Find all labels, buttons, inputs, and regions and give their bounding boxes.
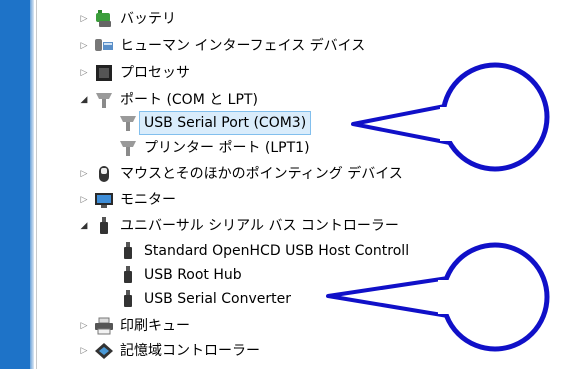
hid-icon	[94, 35, 114, 57]
tree-item-processor[interactable]: ▷ プロセッサ	[78, 62, 190, 84]
expand-arrow-icon[interactable]: ▷	[78, 8, 90, 30]
callout-bubble-com3	[351, 62, 550, 172]
tree-item-label: モニター	[120, 192, 176, 208]
tree-item-storage-controllers[interactable]: ▷ 記憶域コントローラー	[78, 340, 260, 362]
expand-arrow-icon[interactable]: ▷	[78, 189, 90, 211]
port-icon	[118, 137, 138, 159]
port-icon	[94, 89, 114, 111]
expand-arrow-icon[interactable]: ▷	[78, 163, 90, 185]
battery-icon	[94, 8, 114, 30]
tree-item-label: Standard OpenHCD USB Host Controll	[144, 243, 410, 259]
usb-icon	[94, 215, 114, 237]
usb-icon	[118, 264, 138, 286]
tree-item-label: ポート (COM と LPT)	[120, 92, 258, 108]
tree-item-label: USB Serial Converter	[144, 291, 291, 307]
tree-item-label: USB Serial Port (COM3)	[138, 111, 312, 135]
tree-item-label: USB Root Hub	[144, 267, 242, 283]
tree-item-usb-serial-port[interactable]: USB Serial Port (COM3)	[104, 111, 312, 135]
expand-arrow-icon[interactable]: ▷	[78, 315, 90, 337]
tree-item-usb-root-hub[interactable]: USB Root Hub	[104, 264, 242, 286]
pane-divider	[36, 0, 37, 369]
expand-arrow-icon[interactable]: ▷	[78, 62, 90, 84]
tree-item-printer-port[interactable]: プリンター ポート (LPT1)	[104, 137, 310, 159]
expand-arrow-icon[interactable]: ▷	[78, 340, 90, 362]
port-icon	[118, 112, 138, 134]
tree-item-label: 記憶域コントローラー	[120, 343, 260, 359]
tree-item-usb-controllers[interactable]: ◢ ユニバーサル シリアル バス コントローラー	[78, 215, 399, 237]
collapse-arrow-icon[interactable]: ◢	[78, 215, 90, 237]
printer-icon	[94, 315, 114, 337]
tree-item-label: 印刷キュー	[120, 318, 190, 334]
processor-icon	[94, 62, 114, 84]
usb-icon	[118, 288, 138, 310]
storage-icon	[94, 340, 114, 362]
tree-item-label: プリンター ポート (LPT1)	[144, 140, 310, 156]
tree-item-label: マウスとそのほかのポインティング デバイス	[120, 166, 403, 182]
tree-item-label: ヒューマン インターフェイス デバイス	[120, 38, 366, 54]
tree-item-battery[interactable]: ▷ バッテリ	[78, 8, 176, 30]
tree-item-label: バッテリ	[120, 11, 176, 27]
mouse-icon	[94, 163, 114, 185]
tree-item-print-queues[interactable]: ▷ 印刷キュー	[78, 315, 190, 337]
tree-item-usb-serial-converter[interactable]: USB Serial Converter	[104, 288, 291, 310]
tree-item-monitors[interactable]: ▷ モニター	[78, 189, 176, 211]
window-left-edge	[0, 0, 34, 369]
monitor-icon	[94, 189, 114, 211]
collapse-arrow-icon[interactable]: ◢	[78, 89, 90, 111]
tree-item-hid[interactable]: ▷ ヒューマン インターフェイス デバイス	[78, 35, 366, 57]
tree-item-label: プロセッサ	[120, 65, 190, 81]
expand-arrow-icon[interactable]: ▷	[78, 35, 90, 57]
tree-item-label: ユニバーサル シリアル バス コントローラー	[120, 218, 399, 234]
usb-icon	[118, 240, 138, 262]
tree-item-usb-host-controller[interactable]: Standard OpenHCD USB Host Controll	[104, 240, 409, 262]
tree-item-ports[interactable]: ◢ ポート (COM と LPT)	[78, 89, 258, 111]
tree-item-mice[interactable]: ▷ マウスとそのほかのポインティング デバイス	[78, 163, 403, 185]
